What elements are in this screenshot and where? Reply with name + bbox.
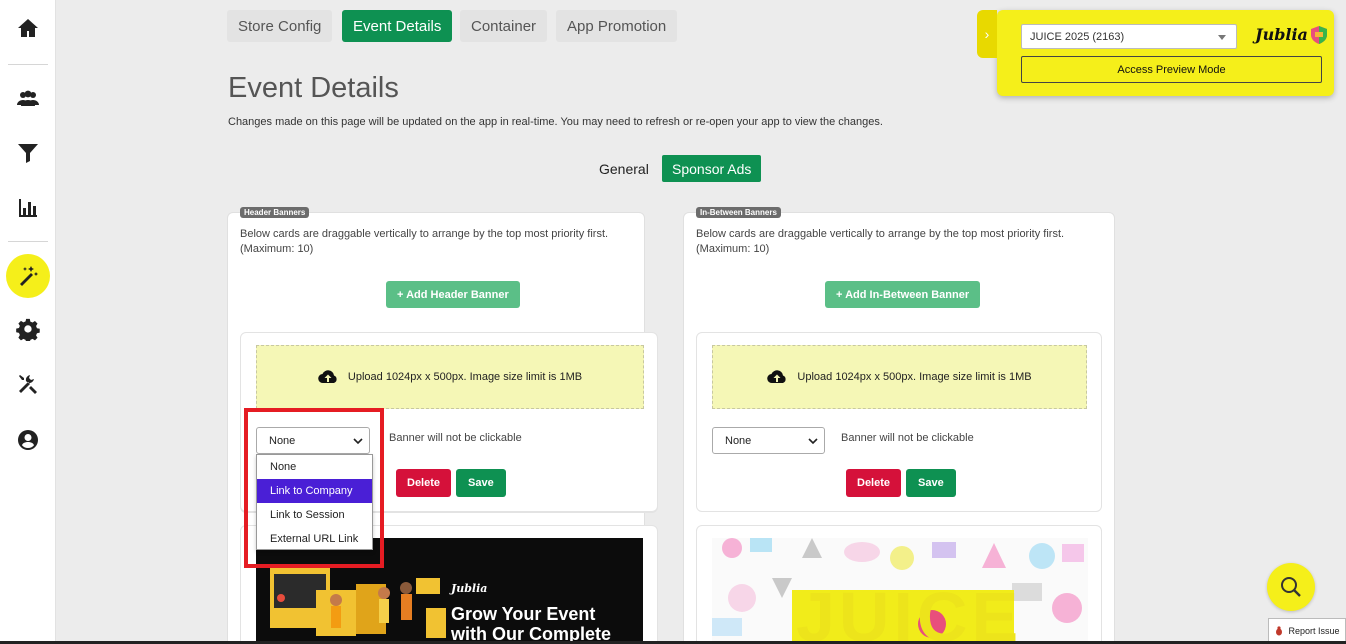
sidebar-item-settings[interactable]	[6, 307, 50, 351]
page-title: Event Details	[228, 72, 399, 104]
panel-description: Below cards are draggable vertically to …	[696, 228, 1065, 255]
delete-button[interactable]: Delete	[396, 469, 452, 497]
subtab-general[interactable]: General	[589, 155, 659, 182]
report-issue-label: Report Issue	[1288, 626, 1340, 636]
upload-dropzone[interactable]: Upload 1024px x 500px. Image size limit …	[256, 345, 644, 409]
link-select-value: None	[725, 434, 752, 447]
in-between-banner-card: Upload 1024px x 500px. Image size limit …	[696, 332, 1102, 512]
cloud-upload-icon	[318, 370, 337, 384]
banner-headline-1: Grow Your Event	[451, 604, 596, 624]
tab-store-config[interactable]: Store Config	[227, 10, 333, 42]
sidebar-item-analytics[interactable]	[6, 186, 50, 230]
sidebar-item-filter[interactable]	[6, 131, 50, 175]
chevron-right-icon: ›	[984, 26, 990, 42]
tab-event-details[interactable]: Event Details	[342, 10, 453, 42]
user-circle-icon	[18, 430, 38, 450]
dropdown-option-link-to-company[interactable]: Link to Company	[257, 479, 372, 503]
save-button[interactable]: Save	[456, 469, 506, 497]
chevron-down-icon	[808, 438, 818, 445]
filter-icon	[18, 144, 38, 163]
link-note: Banner will not be clickable	[841, 432, 974, 444]
upload-dropzone[interactable]: Upload 1024px x 500px. Image size limit …	[712, 345, 1087, 409]
event-select-value: JUICE 2025 (2163)	[1030, 30, 1125, 43]
link-type-select[interactable]: None	[712, 427, 825, 454]
sidebar-item-people[interactable]	[6, 76, 50, 120]
sidebar-item-tools[interactable]	[6, 362, 50, 406]
save-button[interactable]: Save	[906, 469, 956, 497]
shield-logo-icon	[1310, 25, 1327, 44]
banner-logo: Jublia	[451, 582, 488, 595]
juice-banner-image: JUICE	[712, 538, 1088, 644]
dropdown-option-link-to-session[interactable]: Link to Session	[257, 503, 372, 527]
sidebar-item-customize[interactable]	[6, 254, 50, 298]
juice-text: JUICE	[796, 578, 1023, 644]
sidebar-item-home[interactable]	[6, 6, 50, 50]
collapse-handle[interactable]: ›	[977, 10, 997, 58]
jublia-logo: Jublia	[1255, 25, 1327, 44]
home-icon	[18, 19, 38, 37]
tab-app-promotion[interactable]: App Promotion	[556, 10, 678, 42]
search-button[interactable]	[1267, 563, 1315, 611]
panel-badge: In-Between Banners	[696, 207, 781, 218]
panel-description: Below cards are draggable vertically to …	[240, 228, 609, 255]
bug-icon	[1276, 626, 1283, 636]
tools-icon	[19, 375, 37, 394]
add-in-between-banner-button[interactable]: + Add In-Between Banner	[825, 281, 981, 308]
preview-panel: › JUICE 2025 (2163) Jublia Access Previe…	[977, 10, 1334, 96]
sidebar	[0, 0, 56, 644]
add-header-banner-button[interactable]: + Add Header Banner	[386, 281, 520, 308]
people-icon	[17, 90, 39, 106]
sidebar-item-profile[interactable]	[6, 418, 50, 462]
delete-button[interactable]: Delete	[846, 469, 902, 497]
magic-wand-icon	[20, 266, 38, 286]
link-note: Banner will not be clickable	[389, 432, 522, 444]
access-preview-button[interactable]: Access Preview Mode	[1021, 56, 1322, 83]
event-select[interactable]: JUICE 2025 (2163)	[1021, 24, 1237, 49]
gear-icon	[16, 318, 40, 341]
panel-badge: Header Banners	[240, 207, 310, 218]
link-type-dropdown-menu: None Link to Company Link to Session Ext…	[256, 454, 373, 550]
search-icon	[1281, 577, 1301, 597]
cloud-upload-icon	[767, 370, 787, 384]
bar-chart-icon	[19, 199, 37, 217]
upload-text: Upload 1024px x 500px. Image size limit …	[797, 371, 1032, 383]
dropdown-option-none[interactable]: None	[257, 455, 372, 479]
page-description: Changes made on this page will be update…	[228, 116, 883, 128]
upload-text: Upload 1024px x 500px. Image size limit …	[347, 371, 583, 383]
logo-text: Jublia	[1255, 25, 1308, 44]
dropdown-option-external-url-link[interactable]: External URL Link	[257, 527, 372, 551]
subtab-sponsor-ads[interactable]: Sponsor Ads	[662, 155, 762, 182]
caret-down-icon	[1218, 35, 1226, 40]
tab-container[interactable]: Container	[460, 10, 548, 42]
